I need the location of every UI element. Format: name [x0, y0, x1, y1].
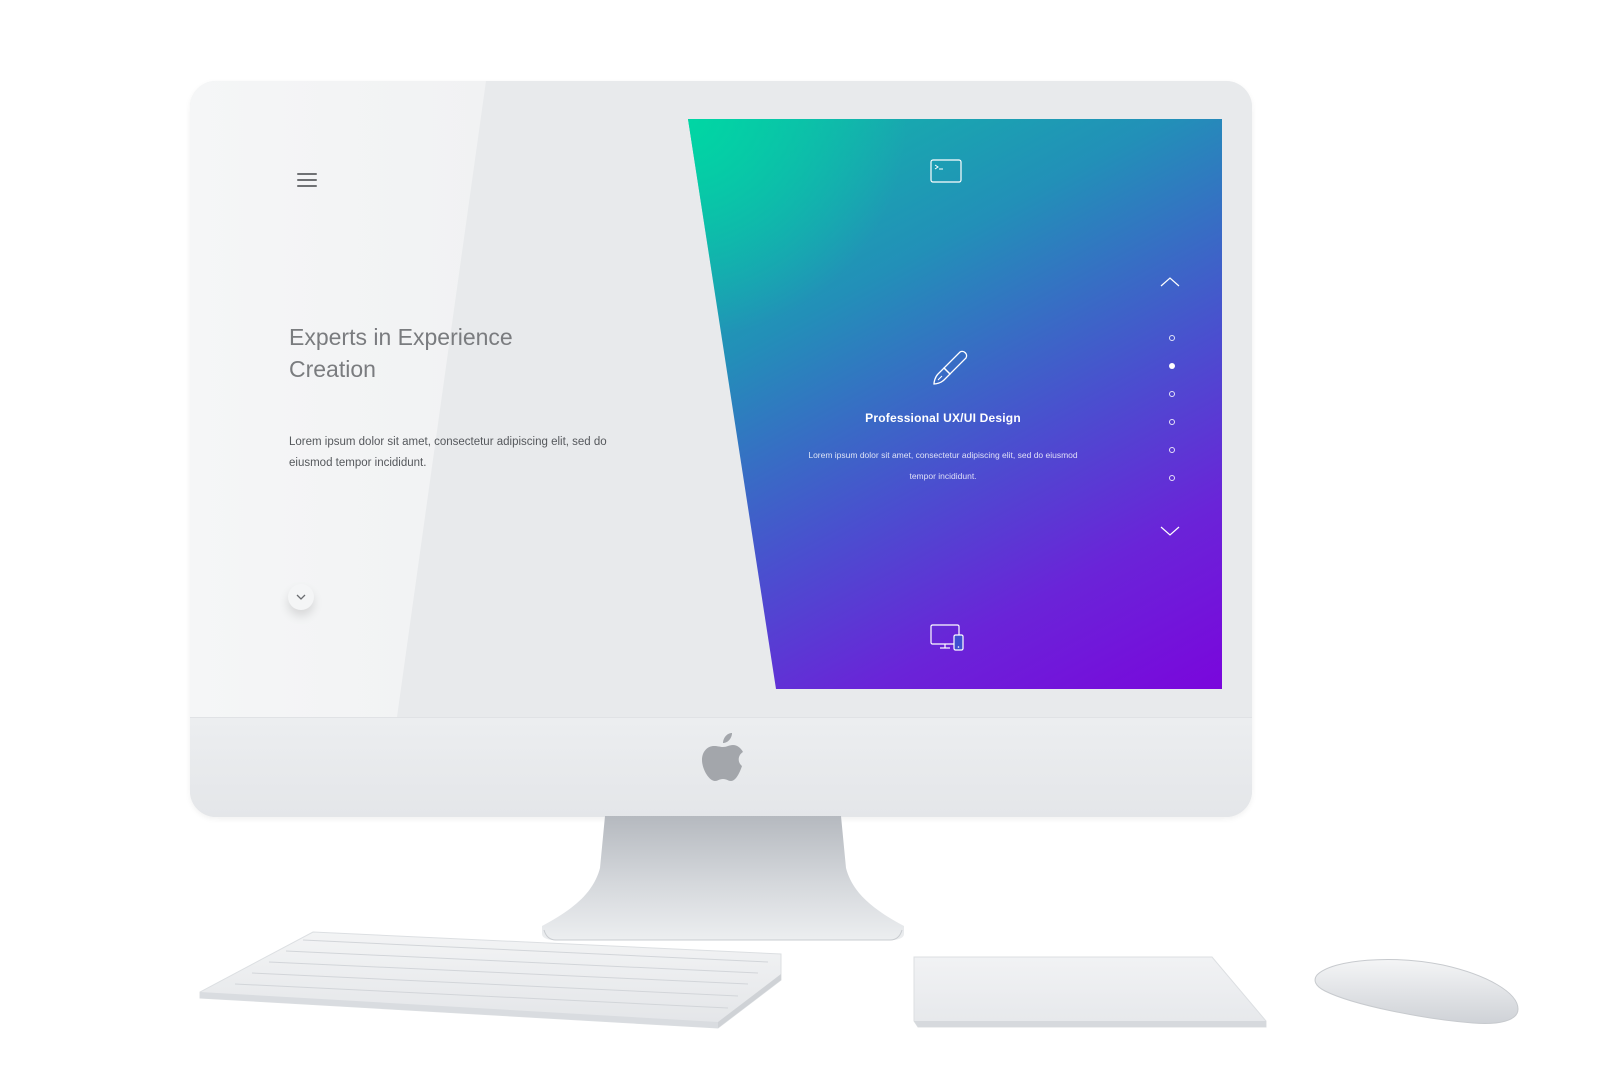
website-screen: Experts in Experience Creation Lorem ips… [190, 81, 1252, 717]
pen-brush-icon [933, 350, 968, 385]
keyboard [199, 931, 782, 1029]
feature-title: Professional UX/UI Design [865, 411, 1021, 425]
hamburger-menu-icon[interactable] [297, 173, 317, 189]
terminal-icon[interactable] [930, 159, 962, 183]
chevron-down-small-icon [296, 594, 306, 600]
apple-logo [702, 733, 743, 781]
pagination-dot[interactable] [1169, 391, 1175, 397]
feature-panel-content: Professional UX/UI Design Lorem ipsum do… [688, 119, 1222, 689]
scroll-down-button[interactable] [288, 584, 314, 610]
chevron-up-icon[interactable] [1159, 276, 1181, 288]
trackpad [913, 956, 1267, 1028]
hero-headline: Experts in Experience Creation [289, 324, 513, 382]
pagination-dot[interactable] [1169, 475, 1175, 481]
hero-description: Lorem ipsum dolor sit amet, consectetur … [289, 436, 607, 469]
pagination-dot[interactable] [1169, 447, 1175, 453]
pagination-dot[interactable] [1169, 335, 1175, 341]
mockup-stage: Experts in Experience Creation Lorem ips… [0, 0, 1619, 1080]
pagination-dot-active[interactable] [1169, 363, 1175, 369]
imac-display: Experts in Experience Creation Lorem ips… [190, 81, 1252, 817]
mouse [1314, 959, 1519, 1024]
devices-icon[interactable] [930, 624, 966, 652]
pagination-dot[interactable] [1169, 419, 1175, 425]
imac-stand [542, 816, 904, 941]
feature-description: Lorem ipsum dolor sit amet, consectetur … [808, 450, 1078, 481]
pagination-dots [1169, 335, 1177, 503]
chevron-down-icon[interactable] [1159, 525, 1181, 537]
